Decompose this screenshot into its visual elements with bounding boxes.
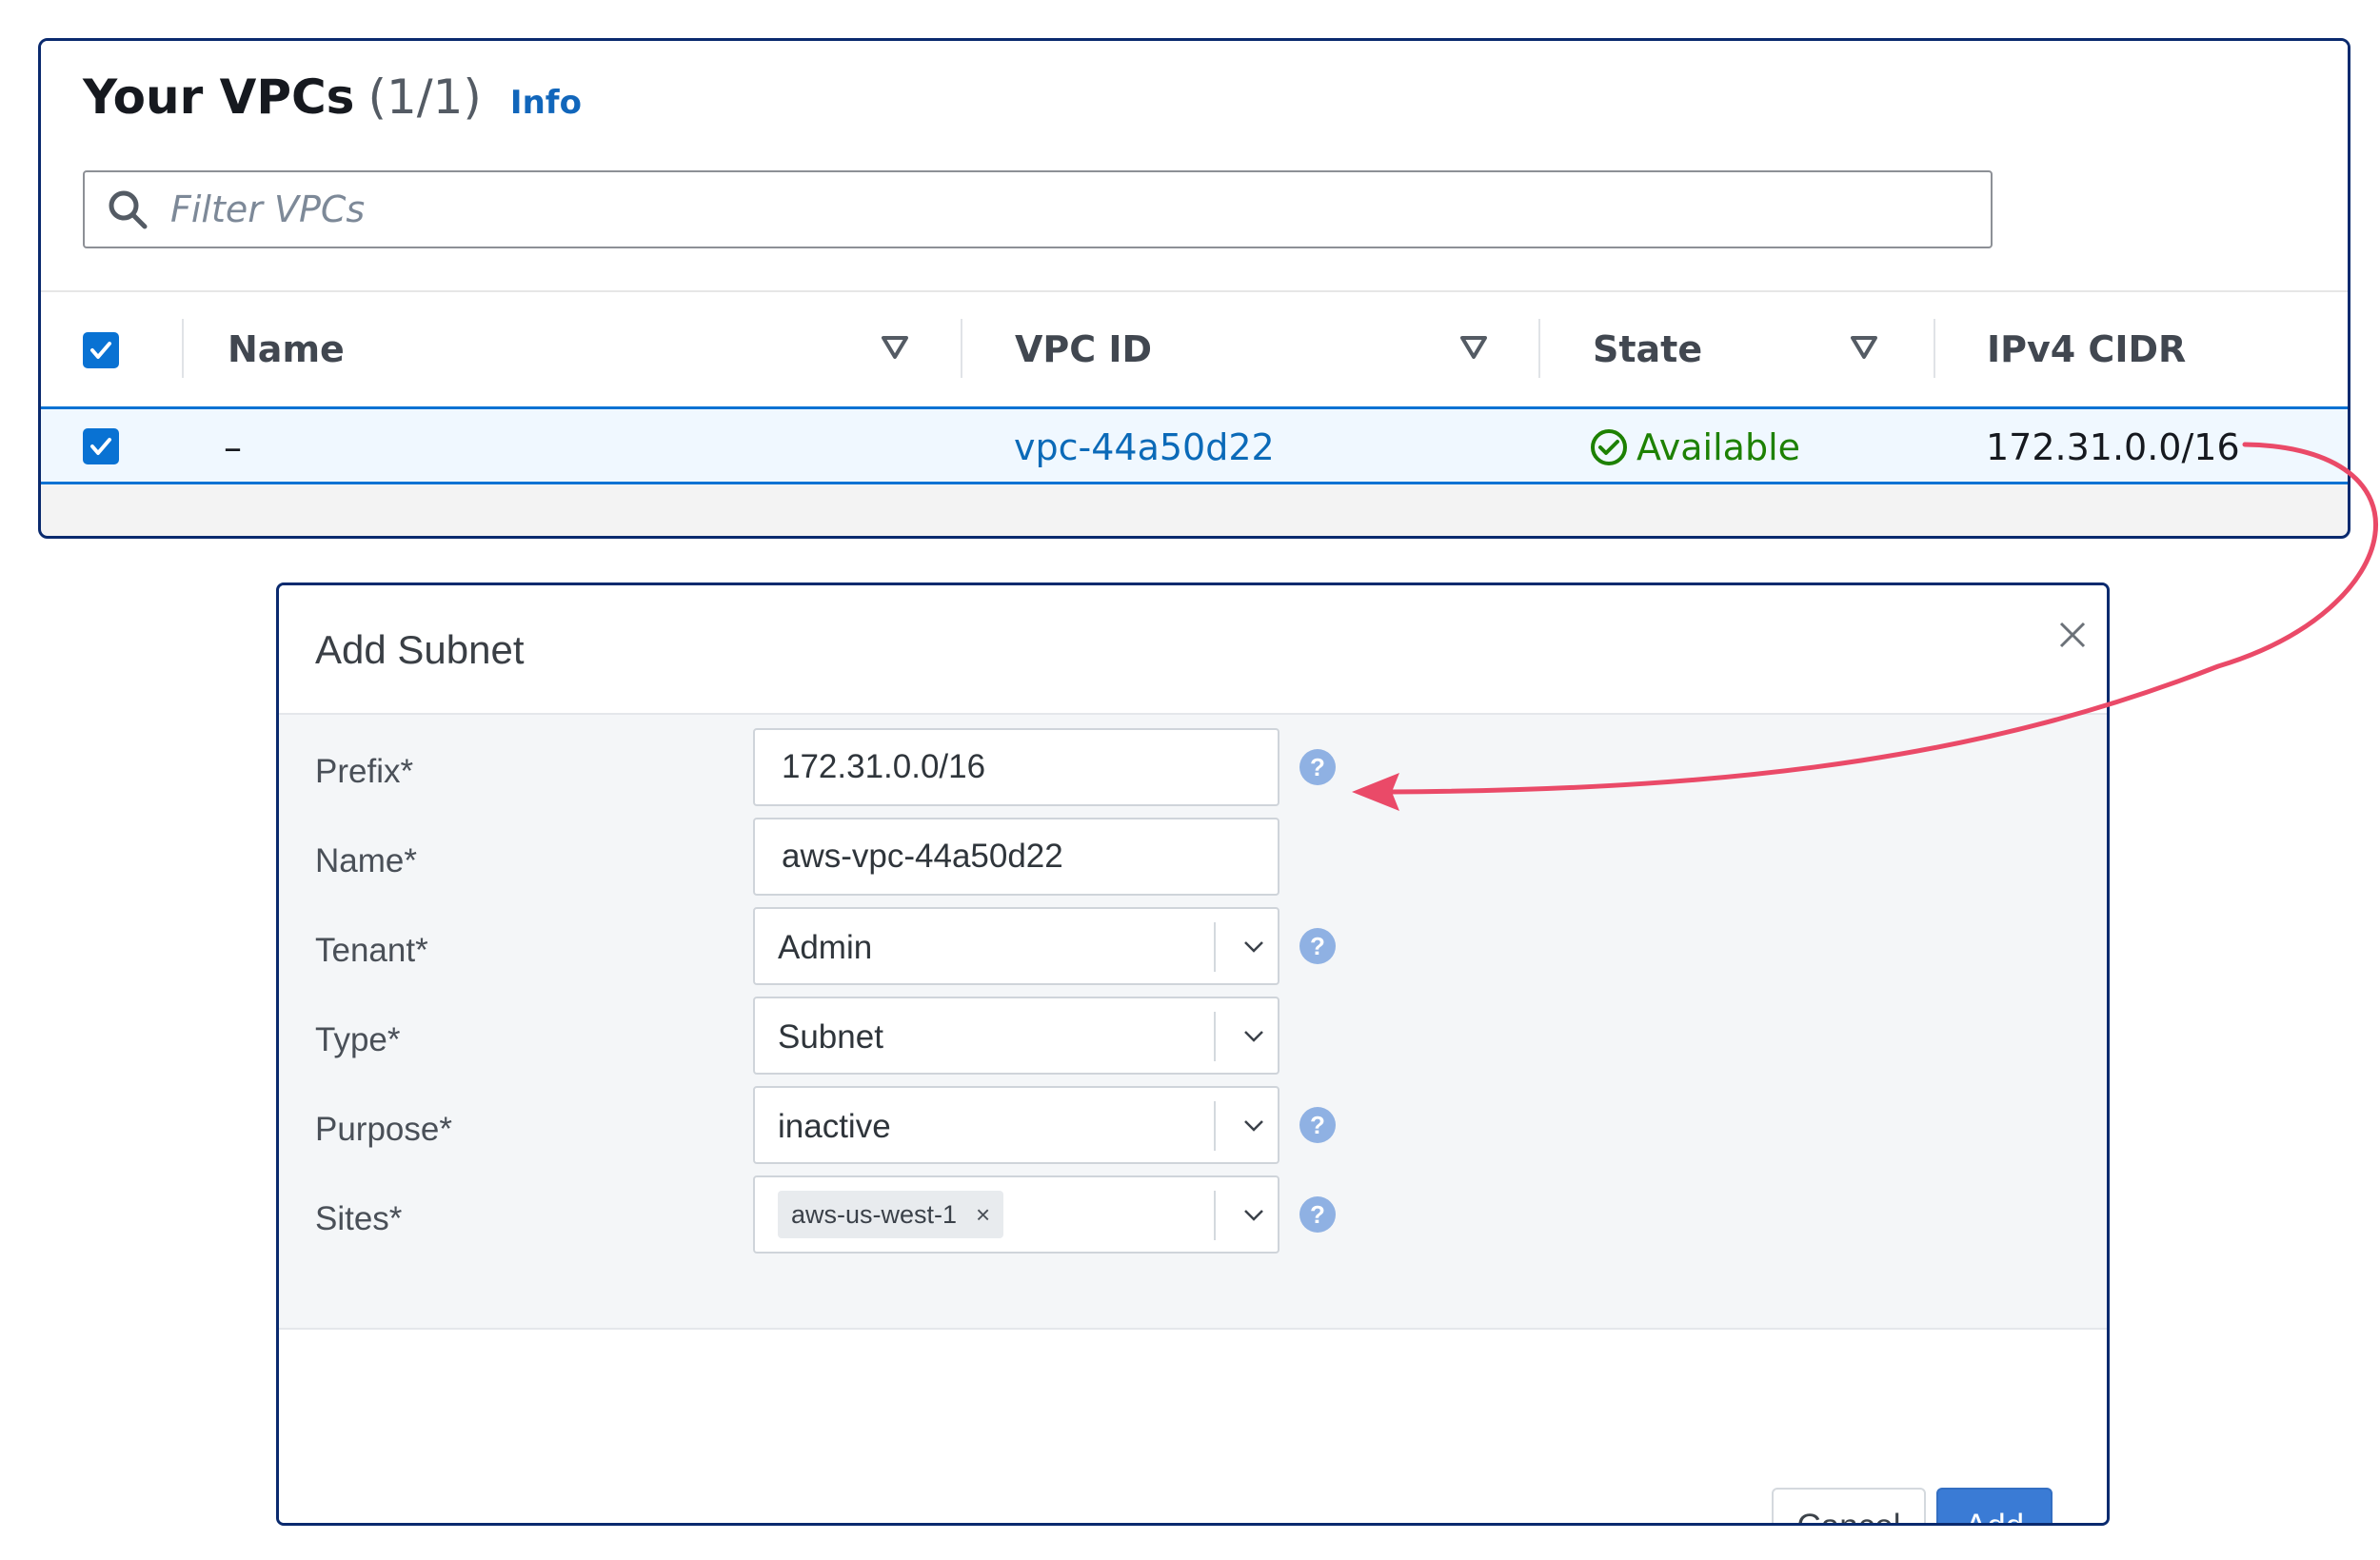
cancel-button[interactable]: Cancel — [1772, 1488, 1926, 1523]
column-divider — [961, 319, 962, 378]
column-divider — [1538, 319, 1540, 378]
type-select[interactable]: Subnet — [753, 997, 1279, 1075]
page-title: Your VPCs (1/1) Info — [83, 73, 582, 121]
filter-vpcs-field[interactable] — [83, 170, 1993, 248]
type-label: Type* — [315, 1021, 401, 1058]
name-field[interactable] — [753, 818, 1279, 896]
sites-label: Sites* — [315, 1200, 403, 1237]
select-divider — [1214, 1101, 1216, 1151]
search-icon — [85, 172, 170, 247]
chevron-down-icon[interactable] — [1229, 1191, 1279, 1240]
state-label: Available — [1636, 426, 1801, 468]
prefix-field[interactable] — [753, 728, 1279, 806]
table-row[interactable]: – vpc-44a50d22 Available 172.31.0.0/16 — [41, 406, 2348, 484]
purpose-select[interactable]: inactive — [753, 1086, 1279, 1164]
vpc-id-link[interactable]: vpc-44a50d22 — [1014, 426, 1275, 468]
column-header-state[interactable]: State — [1593, 328, 1702, 370]
tenant-value: Admin — [778, 929, 873, 966]
row-checkbox[interactable] — [83, 428, 119, 464]
prefix-label: Prefix* — [315, 753, 414, 790]
prefix-help-icon[interactable]: ? — [1299, 749, 1336, 785]
select-divider — [1214, 1012, 1216, 1061]
column-header-name[interactable]: Name — [228, 328, 345, 370]
purpose-label: Purpose* — [315, 1111, 452, 1148]
column-header-vpc-id[interactable]: VPC ID — [1015, 328, 1152, 370]
info-link[interactable]: Info — [510, 87, 582, 119]
prefix-input[interactable] — [755, 730, 1278, 804]
chevron-down-icon[interactable] — [1229, 1101, 1279, 1151]
sites-help-icon[interactable]: ? — [1299, 1196, 1336, 1233]
site-tag: aws-us-west-1 × — [778, 1191, 1004, 1238]
vpcs-panel: Your VPCs (1/1) Info Name — [38, 38, 2350, 539]
dialog-header: Add Subnet — [279, 585, 2107, 715]
dialog-form: Prefix* ? Name* Tenant* Admin ? Type* Su… — [279, 715, 2107, 1330]
select-all-checkbox[interactable] — [83, 332, 119, 368]
state-cell: Available — [1589, 426, 1800, 468]
select-divider — [1214, 922, 1216, 972]
ipv4-cidr-cell: 172.31.0.0/16 — [1986, 426, 2240, 468]
dialog-title: Add Subnet — [315, 627, 525, 672]
check-icon — [90, 438, 111, 455]
vpcs-count: (1/1) — [367, 69, 482, 125]
table-header-row: Name VPC ID State IPv4 CIDR — [41, 292, 2348, 406]
add-button[interactable]: Add — [1936, 1488, 2053, 1523]
close-icon[interactable] — [2052, 614, 2093, 656]
vpcs-panel-header: Your VPCs (1/1) Info — [41, 41, 2348, 290]
purpose-help-icon[interactable]: ? — [1299, 1107, 1336, 1143]
tenant-label: Tenant* — [315, 932, 428, 969]
filter-vpcs-input[interactable] — [170, 172, 1991, 247]
remove-tag-icon[interactable]: × — [976, 1200, 990, 1230]
chevron-down-icon[interactable] — [1229, 922, 1279, 972]
sort-triangle-icon[interactable] — [1850, 335, 1878, 360]
column-header-ipv4-cidr[interactable]: IPv4 CIDR — [1987, 328, 2186, 370]
sort-triangle-icon[interactable] — [1459, 335, 1488, 360]
purpose-value: inactive — [778, 1108, 891, 1145]
select-divider — [1214, 1191, 1216, 1240]
type-value: Subnet — [778, 1018, 883, 1056]
vpcs-title: Your VPCs — [83, 69, 355, 125]
name-cell: – — [224, 426, 242, 468]
column-divider — [1934, 319, 1935, 378]
name-input[interactable] — [755, 819, 1278, 894]
check-circle-icon — [1591, 429, 1627, 465]
check-icon — [90, 342, 111, 359]
chevron-down-icon[interactable] — [1229, 1012, 1279, 1061]
site-tag-label: aws-us-west-1 — [791, 1199, 958, 1229]
tenant-help-icon[interactable]: ? — [1299, 928, 1336, 964]
add-subnet-dialog: Add Subnet Prefix* ? Name* Tenant* Admin — [276, 583, 2110, 1526]
sites-multiselect[interactable]: aws-us-west-1 × — [753, 1175, 1279, 1254]
tenant-select[interactable]: Admin — [753, 907, 1279, 985]
dialog-footer: Cancel Add — [279, 1330, 2107, 1523]
column-divider — [182, 319, 184, 378]
sort-triangle-icon[interactable] — [881, 335, 909, 360]
name-label: Name* — [315, 842, 417, 879]
